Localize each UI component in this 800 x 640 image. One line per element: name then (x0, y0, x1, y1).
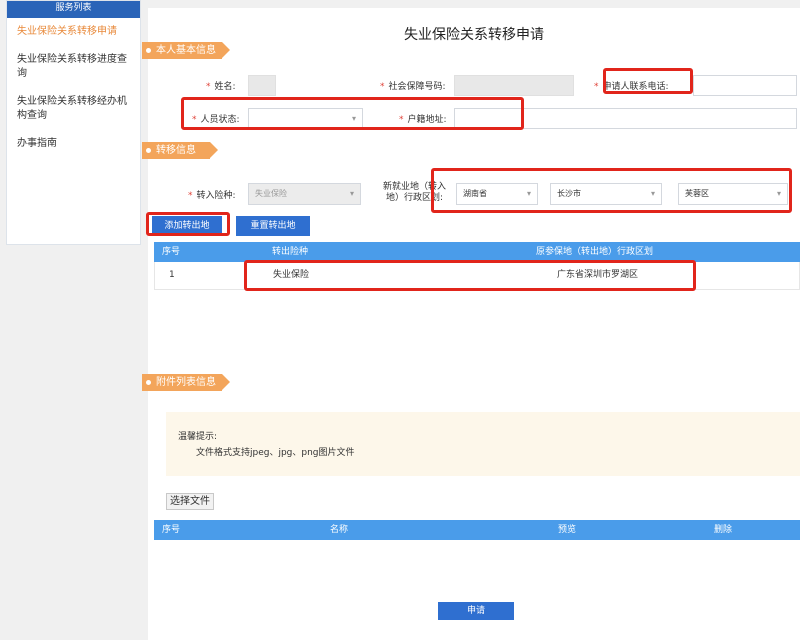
sidebar-item-progress-query[interactable]: 失业保险关系转移进度查询 (7, 46, 140, 88)
status-select[interactable]: ▾ (248, 108, 363, 130)
attachment-table-header: 序号 名称 预览 删除 (154, 520, 800, 540)
sidebar-item-transfer-apply[interactable]: 失业保险关系转移申请 (7, 18, 140, 46)
main-panel: 失业保险关系转移申请 本人基本信息 * 姓名: * 社会保障号码: * 申请人联系电话… (142, 8, 800, 640)
section-transfer-info: 转移信息 (142, 142, 218, 159)
insurance-select[interactable]: 失业保险 ▾ (248, 183, 361, 205)
tip-text: 文件格式支持jpeg、jpg、png图片文件 (196, 448, 355, 458)
choose-file-button[interactable]: 选择文件 (166, 493, 214, 510)
sidebar-item-guide[interactable]: 办事指南 (7, 130, 140, 158)
tip-box: 温馨提示: 文件格式支持jpeg、jpg、png图片文件 (166, 412, 800, 476)
transfer-table-header: 序号 转出险种 原参保地（转出地）行政区划 (154, 242, 800, 262)
row-insurance: 失业保险 (273, 270, 310, 280)
table-row: 1 失业保险 广东省深圳市罗湖区 (154, 262, 800, 290)
district-select[interactable]: 芙蓉区 ▾ (678, 183, 788, 205)
chevron-down-icon: ▾ (776, 189, 781, 198)
ssn-field[interactable] (454, 75, 574, 96)
sidebar-item-agency-query[interactable]: 失业保险关系转移经办机构查询 (7, 88, 140, 130)
col-insurance: 转出险种 (272, 247, 309, 257)
hukou-input[interactable] (454, 108, 797, 129)
reset-source-button[interactable]: 重置转出地 (236, 216, 310, 236)
insurance-label: * 转入险种: (188, 191, 236, 201)
section-dot-icon (146, 148, 151, 153)
add-source-button[interactable]: 添加转出地 (152, 216, 222, 236)
chevron-down-icon: ▾ (349, 189, 354, 198)
phone-label: * 申请人联系电话: (594, 82, 669, 92)
province-select[interactable]: 湖南省 ▾ (456, 183, 538, 205)
section-dot-icon (146, 48, 151, 53)
name-field[interactable] (248, 75, 276, 96)
col-delete: 删除 (714, 525, 733, 535)
city-select[interactable]: 长沙市 ▾ (550, 183, 662, 205)
section-attachments-label: 附件列表信息 (156, 377, 216, 388)
page-title: 失业保险关系转移申请 (404, 27, 544, 43)
chevron-down-icon: ▾ (650, 189, 655, 198)
tip-title: 温馨提示: (178, 432, 218, 442)
section-attachments: 附件列表信息 (142, 374, 230, 391)
row-region: 广东省深圳市罗湖区 (557, 270, 639, 280)
chevron-down-icon: ▾ (526, 189, 531, 198)
new-location-label: 新就业地（转入 地）行政区划: (383, 182, 447, 203)
chevron-down-icon: ▾ (351, 114, 356, 123)
sidebar-header: 服务列表 (7, 1, 140, 18)
status-label: * 人员状态: (192, 115, 240, 125)
col-region: 原参保地（转出地）行政区划 (536, 247, 654, 257)
col-index: 序号 (162, 247, 181, 257)
row-index: 1 (169, 270, 175, 280)
section-basic-info: 本人基本信息 (142, 42, 230, 59)
phone-input[interactable] (693, 75, 797, 96)
sidebar: 服务列表 失业保险关系转移申请 失业保险关系转移进度查询 失业保险关系转移经办机… (6, 0, 141, 245)
col-name: 名称 (330, 525, 349, 535)
hukou-label: * 户籍地址: (399, 115, 447, 125)
name-label: * 姓名: (206, 82, 236, 92)
section-transfer-info-label: 转移信息 (156, 145, 196, 156)
section-basic-info-label: 本人基本信息 (156, 45, 216, 56)
col-index: 序号 (162, 525, 181, 535)
ssn-label: * 社会保障号码: (380, 82, 446, 92)
col-preview: 预览 (558, 525, 577, 535)
submit-button[interactable]: 申请 (438, 602, 514, 620)
section-dot-icon (146, 380, 151, 385)
